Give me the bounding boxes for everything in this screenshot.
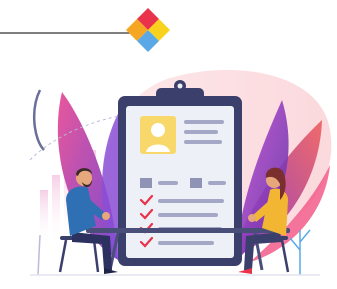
clipboard bbox=[118, 80, 242, 266]
profile-photo-icon bbox=[140, 116, 176, 154]
diamond-logo-icon bbox=[126, 8, 170, 52]
illustration-stage bbox=[0, 0, 337, 289]
recruitment-illustration bbox=[0, 8, 332, 276]
